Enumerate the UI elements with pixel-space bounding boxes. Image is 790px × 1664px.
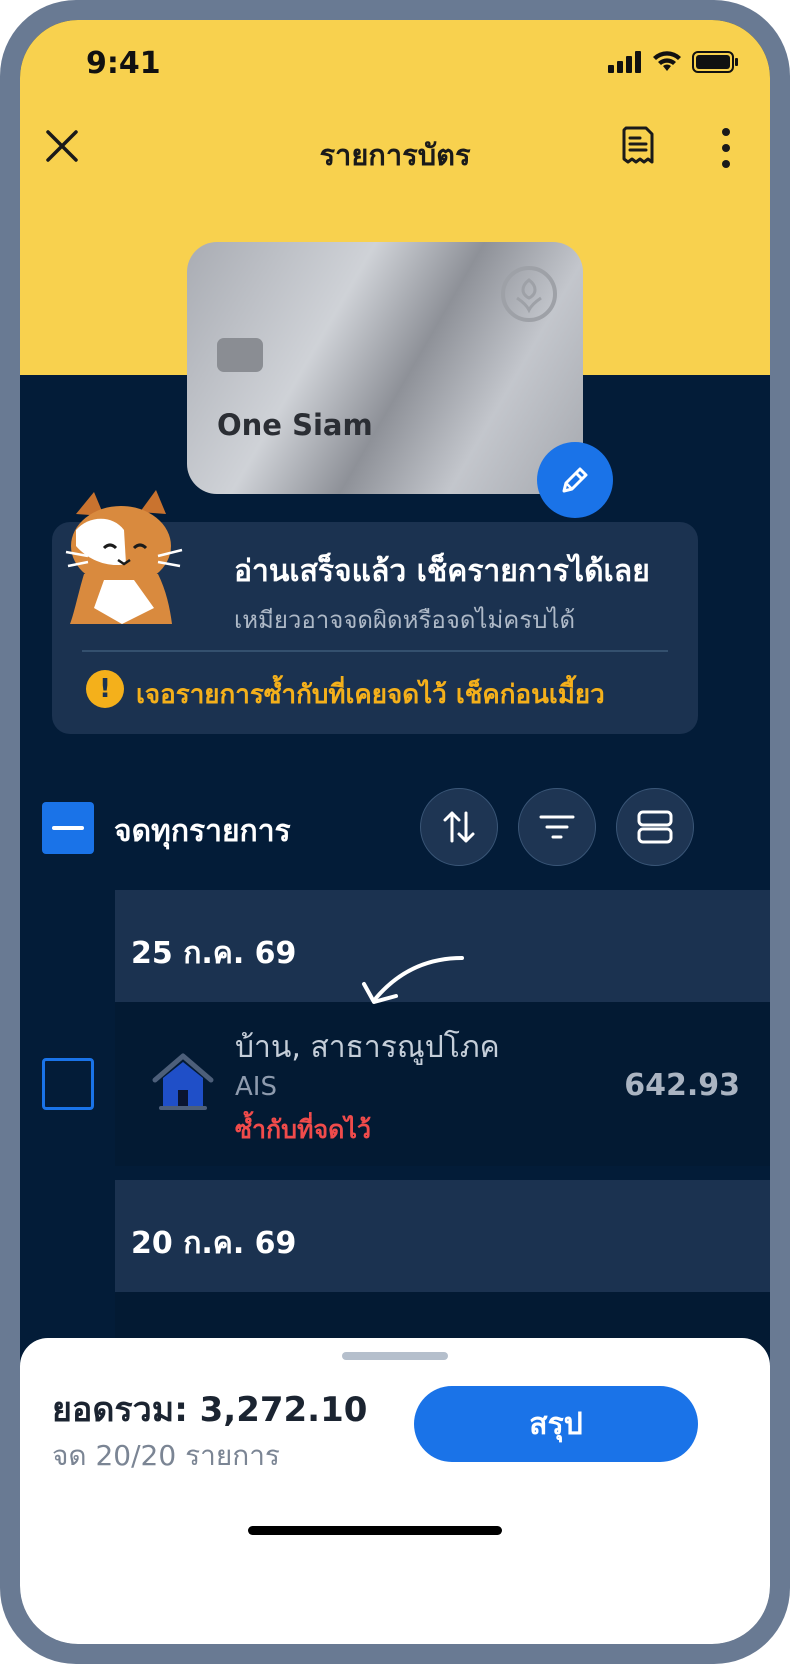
sheet-grabber[interactable] bbox=[342, 1352, 448, 1360]
receipt-button[interactable] bbox=[618, 124, 658, 168]
card-name: One Siam bbox=[217, 408, 373, 442]
recorded-count: จด 20/20 รายการ bbox=[52, 1439, 280, 1472]
edit-card-button[interactable] bbox=[537, 442, 613, 518]
bank-logo-icon bbox=[501, 266, 557, 322]
pen-icon bbox=[562, 467, 588, 493]
info-divider bbox=[82, 650, 668, 652]
sort-button[interactable] bbox=[420, 788, 498, 866]
warning-text: เจอรายการซ้ำกับที่เคยจดไว้ เช็คก่อนเมี้ย… bbox=[136, 680, 605, 710]
sort-icon bbox=[443, 811, 475, 843]
duplicate-note: ซ้ำกับที่จดไว้ bbox=[235, 1115, 371, 1144]
transaction-category: บ้าน, สาธารณูปโภค bbox=[235, 1030, 500, 1065]
home-indicator bbox=[248, 1526, 502, 1535]
card-chip bbox=[217, 338, 263, 372]
credit-card: One Siam bbox=[187, 242, 583, 494]
date-label: 20 ก.ค. 69 bbox=[131, 1226, 297, 1261]
filter-icon bbox=[539, 815, 575, 839]
device-frame: 9:41 รายการบัตร One Siam อ่านเสร็จแล้ว เ… bbox=[0, 0, 790, 1664]
select-all-label: จดทุกรายการ bbox=[114, 814, 291, 849]
select-all-checkbox[interactable] bbox=[42, 802, 94, 854]
indeterminate-icon bbox=[52, 826, 84, 830]
transaction-checkbox[interactable] bbox=[42, 1058, 94, 1110]
info-subtitle: เหมียวอาจจดผิดหรือจดไม่ครบได้ bbox=[234, 606, 576, 634]
transaction-amount: 642.93 bbox=[624, 1068, 740, 1103]
wifi-icon bbox=[653, 51, 681, 71]
more-vertical-icon bbox=[722, 128, 730, 168]
house-icon bbox=[152, 1053, 214, 1110]
summary-button[interactable]: สรุป bbox=[414, 1386, 698, 1462]
date-group-header: 20 ก.ค. 69 bbox=[115, 1180, 770, 1292]
transaction-merchant: AIS bbox=[235, 1072, 277, 1102]
date-label: 25 ก.ค. 69 bbox=[131, 936, 297, 971]
signal-icon bbox=[608, 51, 641, 73]
summary-sheet: ยอดรวม: 3,272.10 จด 20/20 รายการ สรุป bbox=[20, 1338, 770, 1644]
status-icons bbox=[608, 50, 740, 74]
status-time: 9:41 bbox=[86, 46, 161, 81]
receipt-icon bbox=[622, 126, 654, 164]
total-amount: ยอดรวม: 3,272.10 bbox=[52, 1390, 368, 1430]
filter-button[interactable] bbox=[518, 788, 596, 866]
hint-arrow-icon bbox=[362, 956, 464, 1004]
screen: 9:41 รายการบัตร One Siam อ่านเสร็จแล้ว เ… bbox=[20, 20, 770, 1644]
cat-mascot-icon bbox=[65, 490, 183, 624]
battery-icon bbox=[692, 51, 738, 73]
warning-icon: ! bbox=[86, 670, 124, 708]
transaction-row[interactable]: บ้าน, สาธารณูปโภค AIS ซ้ำกับที่จดไว้ 642… bbox=[115, 1002, 770, 1166]
more-options-button[interactable] bbox=[718, 126, 734, 170]
view-toggle-button[interactable] bbox=[616, 788, 694, 866]
list-view-icon bbox=[637, 810, 673, 844]
info-title: อ่านเสร็จแล้ว เช็ครายการได้เลย bbox=[234, 554, 650, 589]
